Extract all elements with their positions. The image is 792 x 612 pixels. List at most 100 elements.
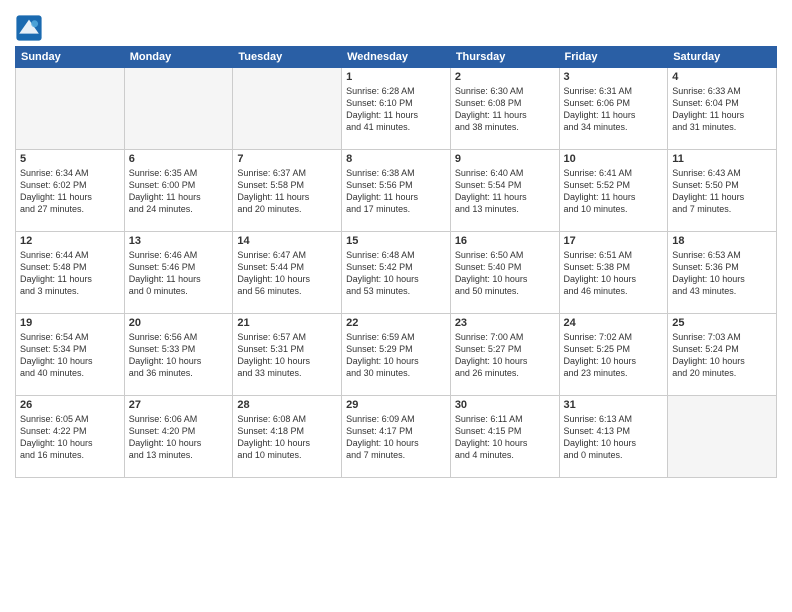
calendar-cell: 28 Sunrise: 6:08 AM Sunset: 4:18 PM Dayli…	[233, 396, 342, 478]
calendar-cell: 9Sunrise: 6:40 AM Sunset: 5:54 PM Daylig…	[450, 150, 559, 232]
cell-text: Sunrise: 6:57 AM Sunset: 5:31 PM Dayligh…	[237, 331, 337, 380]
cell-text: Sunrise: 6:31 AM Sunset: 6:06 PM Dayligh…	[564, 85, 664, 134]
calendar-cell	[233, 68, 342, 150]
cell-text: Sunrise: 6:06 AM Sunset: 4:20 PM Dayligh…	[129, 413, 229, 462]
weekday-header-tuesday: Tuesday	[233, 47, 342, 68]
day-number: 22	[346, 317, 446, 329]
cell-text: Sunrise: 6:59 AM Sunset: 5:29 PM Dayligh…	[346, 331, 446, 380]
cell-text: Sunrise: 6:38 AM Sunset: 5:56 PM Dayligh…	[346, 167, 446, 216]
cell-text: Sunrise: 6:48 AM Sunset: 5:42 PM Dayligh…	[346, 249, 446, 298]
day-number: 21	[237, 317, 337, 329]
day-number: 28	[237, 399, 337, 411]
weekday-header-wednesday: Wednesday	[342, 47, 451, 68]
cell-text: Sunrise: 6:05 AM Sunset: 4:22 PM Dayligh…	[20, 413, 120, 462]
day-number: 20	[129, 317, 229, 329]
day-number: 13	[129, 235, 229, 247]
weekday-header-monday: Monday	[124, 47, 233, 68]
day-number: 30	[455, 399, 555, 411]
calendar-cell: 12 Sunrise: 6:44 AM Sunset: 5:48 PM Dayli…	[16, 232, 125, 314]
cell-text: Sunrise: 6:08 AM Sunset: 4:18 PM Dayligh…	[237, 413, 337, 462]
calendar-cell: 25 Sunrise: 7:03 AM Sunset: 5:24 PM Dayli…	[668, 314, 777, 396]
day-number: 5	[20, 153, 120, 165]
day-number: 2	[455, 71, 555, 83]
day-number: 16	[455, 235, 555, 247]
calendar-cell: 29Sunrise: 6:09 AM Sunset: 4:17 PM Dayli…	[342, 396, 451, 478]
calendar-cell: 19Sunrise: 6:54 AM Sunset: 5:34 PM Dayli…	[16, 314, 125, 396]
cell-text: Sunrise: 6:51 AM Sunset: 5:38 PM Dayligh…	[564, 249, 664, 298]
day-number: 19	[20, 317, 120, 329]
weekday-header-sunday: Sunday	[16, 47, 125, 68]
day-number: 27	[129, 399, 229, 411]
logo-icon	[15, 14, 43, 42]
weekday-header-friday: Friday	[559, 47, 668, 68]
cell-text: Sunrise: 6:37 AM Sunset: 5:58 PM Dayligh…	[237, 167, 337, 216]
weekday-header-saturday: Saturday	[668, 47, 777, 68]
calendar-week-4: 19Sunrise: 6:54 AM Sunset: 5:34 PM Dayli…	[16, 314, 777, 396]
calendar-cell: 3 Sunrise: 6:31 AM Sunset: 6:06 PM Daylig…	[559, 68, 668, 150]
calendar-cell: 10 Sunrise: 6:41 AM Sunset: 5:52 PM Dayli…	[559, 150, 668, 232]
calendar-cell: 27 Sunrise: 6:06 AM Sunset: 4:20 PM Dayli…	[124, 396, 233, 478]
day-number: 12	[20, 235, 120, 247]
weekday-header-row: SundayMondayTuesdayWednesdayThursdayFrid…	[16, 47, 777, 68]
calendar-cell: 1 Sunrise: 6:28 AM Sunset: 6:10 PM Daylig…	[342, 68, 451, 150]
cell-text: Sunrise: 6:43 AM Sunset: 5:50 PM Dayligh…	[672, 167, 772, 216]
cell-text: Sunrise: 7:02 AM Sunset: 5:25 PM Dayligh…	[564, 331, 664, 380]
day-number: 15	[346, 235, 446, 247]
cell-text: Sunrise: 6:53 AM Sunset: 5:36 PM Dayligh…	[672, 249, 772, 298]
calendar-cell: 20Sunrise: 6:56 AM Sunset: 5:33 PM Dayli…	[124, 314, 233, 396]
calendar-cell: 26 Sunrise: 6:05 AM Sunset: 4:22 PM Dayli…	[16, 396, 125, 478]
calendar-cell: 14 Sunrise: 6:47 AM Sunset: 5:44 PM Dayli…	[233, 232, 342, 314]
day-number: 10	[564, 153, 664, 165]
cell-text: Sunrise: 6:30 AM Sunset: 6:08 PM Dayligh…	[455, 85, 555, 134]
calendar-cell: 7 Sunrise: 6:37 AM Sunset: 5:58 PM Daylig…	[233, 150, 342, 232]
day-number: 8	[346, 153, 446, 165]
cell-text: Sunrise: 6:11 AM Sunset: 4:15 PM Dayligh…	[455, 413, 555, 462]
calendar-table: SundayMondayTuesdayWednesdayThursdayFrid…	[15, 46, 777, 478]
day-number: 26	[20, 399, 120, 411]
day-number: 25	[672, 317, 772, 329]
calendar-cell: 17 Sunrise: 6:51 AM Sunset: 5:38 PM Dayli…	[559, 232, 668, 314]
day-number: 18	[672, 235, 772, 247]
calendar-cell: 13 Sunrise: 6:46 AM Sunset: 5:46 PM Dayli…	[124, 232, 233, 314]
day-number: 3	[564, 71, 664, 83]
cell-text: Sunrise: 6:35 AM Sunset: 6:00 PM Dayligh…	[129, 167, 229, 216]
calendar-cell: 8 Sunrise: 6:38 AM Sunset: 5:56 PM Daylig…	[342, 150, 451, 232]
day-number: 7	[237, 153, 337, 165]
day-number: 1	[346, 71, 446, 83]
cell-text: Sunrise: 6:46 AM Sunset: 5:46 PM Dayligh…	[129, 249, 229, 298]
day-number: 11	[672, 153, 772, 165]
calendar-cell: 22 Sunrise: 6:59 AM Sunset: 5:29 PM Dayli…	[342, 314, 451, 396]
day-number: 9	[455, 153, 555, 165]
day-number: 29	[346, 399, 446, 411]
calendar-cell	[668, 396, 777, 478]
calendar-cell	[16, 68, 125, 150]
calendar-cell: 5 Sunrise: 6:34 AM Sunset: 6:02 PM Daylig…	[16, 150, 125, 232]
weekday-header-thursday: Thursday	[450, 47, 559, 68]
cell-text: Sunrise: 6:44 AM Sunset: 5:48 PM Dayligh…	[20, 249, 120, 298]
logo	[15, 14, 46, 42]
day-number: 23	[455, 317, 555, 329]
cell-text: Sunrise: 6:33 AM Sunset: 6:04 PM Dayligh…	[672, 85, 772, 134]
cell-text: Sunrise: 6:28 AM Sunset: 6:10 PM Dayligh…	[346, 85, 446, 134]
cell-text: Sunrise: 7:03 AM Sunset: 5:24 PM Dayligh…	[672, 331, 772, 380]
calendar-cell: 18 Sunrise: 6:53 AM Sunset: 5:36 PM Dayli…	[668, 232, 777, 314]
cell-text: Sunrise: 6:34 AM Sunset: 6:02 PM Dayligh…	[20, 167, 120, 216]
calendar-cell: 30 Sunrise: 6:11 AM Sunset: 4:15 PM Dayli…	[450, 396, 559, 478]
calendar-cell: 2 Sunrise: 6:30 AM Sunset: 6:08 PM Daylig…	[450, 68, 559, 150]
cell-text: Sunrise: 6:41 AM Sunset: 5:52 PM Dayligh…	[564, 167, 664, 216]
calendar-cell: 23Sunrise: 7:00 AM Sunset: 5:27 PM Dayli…	[450, 314, 559, 396]
day-number: 31	[564, 399, 664, 411]
cell-text: Sunrise: 6:13 AM Sunset: 4:13 PM Dayligh…	[564, 413, 664, 462]
day-number: 4	[672, 71, 772, 83]
cell-text: Sunrise: 6:47 AM Sunset: 5:44 PM Dayligh…	[237, 249, 337, 298]
calendar-cell: 11 Sunrise: 6:43 AM Sunset: 5:50 PM Dayli…	[668, 150, 777, 232]
calendar-week-3: 12 Sunrise: 6:44 AM Sunset: 5:48 PM Dayli…	[16, 232, 777, 314]
calendar-cell: 6Sunrise: 6:35 AM Sunset: 6:00 PM Daylig…	[124, 150, 233, 232]
calendar-week-2: 5 Sunrise: 6:34 AM Sunset: 6:02 PM Daylig…	[16, 150, 777, 232]
cell-text: Sunrise: 6:50 AM Sunset: 5:40 PM Dayligh…	[455, 249, 555, 298]
calendar-cell: 21 Sunrise: 6:57 AM Sunset: 5:31 PM Dayli…	[233, 314, 342, 396]
calendar-week-5: 26 Sunrise: 6:05 AM Sunset: 4:22 PM Dayli…	[16, 396, 777, 478]
day-number: 14	[237, 235, 337, 247]
calendar-week-1: 1 Sunrise: 6:28 AM Sunset: 6:10 PM Daylig…	[16, 68, 777, 150]
day-number: 17	[564, 235, 664, 247]
